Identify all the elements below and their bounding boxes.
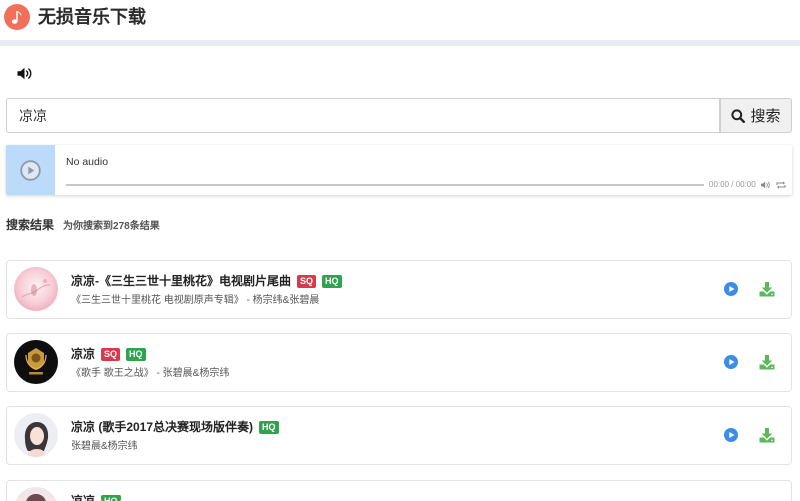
quality-badge: HQ xyxy=(322,274,342,288)
song-album-artist: 张碧晨&杨宗纬 xyxy=(71,441,138,452)
song-title-row: 凉凉-《三生三世十里桃花》电视剧片尾曲 SQ HQ xyxy=(71,273,342,289)
music-note-icon xyxy=(4,4,30,30)
page: 无损音乐下载 搜索 xyxy=(0,0,800,501)
download-icon[interactable] xyxy=(759,281,775,297)
album-cover xyxy=(14,340,58,384)
progress-bar[interactable] xyxy=(66,184,704,186)
search-button[interactable]: 搜索 xyxy=(720,98,792,133)
quality-badge: SQ xyxy=(297,274,317,288)
song-title-row: 凉凉 (歌手2017总决赛现场版伴奏) HQ xyxy=(71,419,279,435)
download-icon[interactable] xyxy=(759,354,775,370)
play-circle-icon[interactable] xyxy=(20,160,41,181)
quality-badge: HQ xyxy=(126,347,146,361)
play-icon[interactable] xyxy=(724,428,738,442)
quality-badge: HQ xyxy=(101,494,121,501)
album-cover xyxy=(14,413,58,457)
song-title-row: 凉凉 HQ xyxy=(71,493,121,501)
play-icon[interactable] xyxy=(724,282,738,296)
volume-icon[interactable] xyxy=(761,181,770,189)
player-status: No audio xyxy=(66,156,109,168)
search-input[interactable] xyxy=(6,98,720,133)
speaker-icon[interactable] xyxy=(17,67,33,80)
loop-icon[interactable] xyxy=(776,181,786,189)
song-title-row: 凉凉 SQ HQ xyxy=(71,346,146,362)
album-cover xyxy=(14,487,58,501)
song-album-artist: 《歌手 歌王之战》 - 张碧晨&杨宗纬 xyxy=(71,368,230,379)
results-heading: 搜索结果 xyxy=(6,218,55,232)
results-header: 搜索结果 为你搜索到278条结果 xyxy=(6,217,160,233)
search-bar: 搜索 xyxy=(6,98,792,133)
song-title: 凉凉 (歌手2017总决赛现场版伴奏) xyxy=(71,420,254,434)
player-cover xyxy=(6,145,55,195)
song-title: 凉凉 xyxy=(71,494,96,501)
song-album-artist: 《三生三世十里桃花 电视剧原声专辑》 - 杨宗纬&张碧晨 xyxy=(71,295,320,306)
song-result: 凉凉-《三生三世十里桃花》电视剧片尾曲 SQ HQ 《三生三世十里桃花 电视剧原… xyxy=(6,260,792,319)
quality-badge: SQ xyxy=(101,347,121,361)
song-result: 凉凉 HQ xyxy=(6,480,792,501)
player-time: 00:00 / 00:00 xyxy=(709,180,756,189)
song-title: 凉凉 xyxy=(71,347,96,361)
app-title: 无损音乐下载 xyxy=(38,7,146,27)
song-result: 凉凉 SQ HQ 《歌手 歌王之战》 - 张碧晨&杨宗纬 xyxy=(6,333,792,392)
song-title: 凉凉-《三生三世十里桃花》电视剧片尾曲 xyxy=(71,274,291,288)
play-icon[interactable] xyxy=(724,355,738,369)
app-header: 无损音乐下载 xyxy=(0,0,800,40)
album-cover xyxy=(14,267,58,311)
header-divider xyxy=(0,40,800,46)
results-count: 为你搜索到278条结果 xyxy=(63,221,160,232)
song-result: 凉凉 (歌手2017总决赛现场版伴奏) HQ 张碧晨&杨宗纬 xyxy=(6,406,792,465)
quality-badge: HQ xyxy=(259,420,279,434)
download-icon[interactable] xyxy=(759,427,775,443)
search-icon xyxy=(731,108,746,123)
audio-player: No audio 00:00 / 00:00 xyxy=(6,145,792,195)
search-button-label: 搜索 xyxy=(750,108,781,125)
